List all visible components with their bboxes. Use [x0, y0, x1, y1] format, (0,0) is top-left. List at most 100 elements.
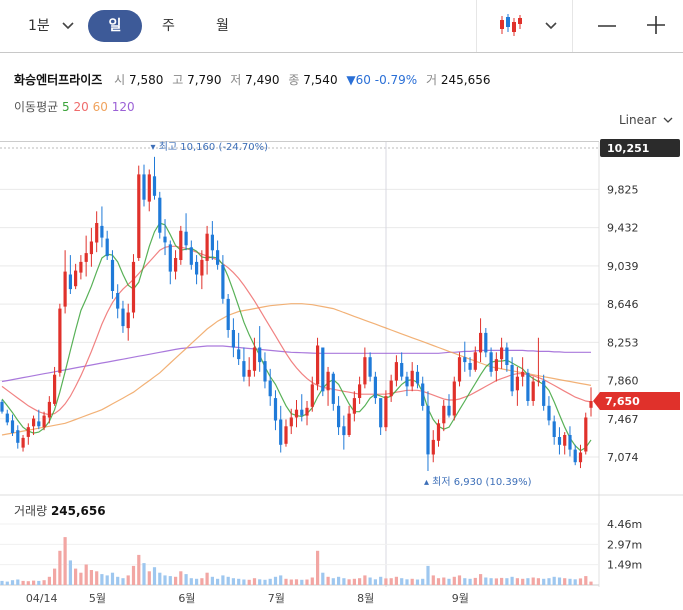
volume-bar: [442, 577, 446, 585]
y-tick-label: 8,646: [607, 298, 639, 311]
volume-bar: [32, 580, 36, 585]
candle-body: [484, 332, 488, 353]
candle-body: [510, 365, 514, 392]
candle-body: [300, 409, 304, 416]
volume-bar: [358, 578, 362, 585]
candle-body: [110, 259, 115, 291]
candle-body: [389, 380, 393, 397]
volume-bar: [200, 578, 204, 585]
volume-bar: [179, 571, 183, 585]
volume-bar: [110, 572, 115, 585]
candle-body: [158, 197, 162, 233]
volume-bar: [584, 576, 588, 585]
volume-bar: [216, 578, 220, 585]
top-price-badge-text: 10,251: [607, 142, 649, 155]
y-tick-label: 9,039: [607, 260, 639, 273]
candle-body: [10, 420, 15, 433]
candle-body: [578, 452, 583, 463]
volume-bar: [447, 578, 451, 585]
volume-bar: [347, 579, 351, 585]
candle-body: [526, 372, 530, 401]
candle-body: [321, 347, 325, 392]
candle-body: [568, 435, 572, 450]
candle-body: [442, 405, 446, 424]
volume-bar: [405, 579, 409, 585]
volume-bar: [468, 578, 472, 585]
volume-bar: [479, 574, 483, 585]
candle-body: [547, 405, 551, 421]
volume-bar: [137, 554, 141, 585]
x-axis-label: 04/14: [26, 592, 58, 605]
volume-bar: [252, 578, 257, 585]
candle-body: [273, 398, 278, 421]
volume-bar: [121, 578, 125, 585]
candle-body: [379, 398, 383, 428]
candle-body: [195, 261, 199, 275]
candle-body: [400, 363, 404, 377]
candle-body: [384, 396, 388, 428]
volume-bar: [310, 577, 314, 585]
candle-body: [279, 419, 283, 445]
volume-bar: [184, 574, 188, 585]
volume-bar: [331, 578, 335, 585]
volume-bar: [452, 576, 456, 585]
volume-bar: [58, 550, 62, 585]
candle-body: [216, 250, 220, 265]
candle-body: [584, 417, 588, 452]
volume-bar: [410, 578, 414, 585]
candle-body: [573, 449, 577, 463]
candle-body: [552, 421, 556, 437]
candle-body: [252, 347, 257, 371]
candle-body: [410, 370, 414, 387]
low-marker-label: ▴ 최저 6,930 (10.39%): [424, 476, 532, 488]
volume-bar: [363, 575, 367, 585]
volume-bar: [515, 578, 519, 585]
volume-bar: [231, 578, 235, 585]
candle-body: [105, 238, 109, 257]
volume-bar: [294, 579, 299, 585]
volume-bar: [352, 578, 356, 585]
candle-body: [37, 421, 41, 427]
candle-body: [479, 332, 483, 353]
volume-bar: [84, 564, 88, 585]
volume-bar: [26, 581, 30, 585]
candle-body: [394, 362, 398, 381]
volume-bar: [573, 579, 577, 585]
candle-body: [226, 298, 230, 330]
candle-body: [205, 233, 209, 261]
volume-bar: [116, 576, 120, 585]
volume-bar: [105, 575, 109, 585]
candle-body: [142, 174, 146, 200]
volume-bar: [400, 578, 404, 585]
candle-body: [316, 345, 320, 385]
volume-bar: [473, 577, 477, 585]
candle-body: [79, 261, 83, 273]
candle-body: [242, 361, 246, 377]
candle-body: [563, 435, 567, 446]
candle-body: [247, 369, 251, 377]
candle-body: [237, 349, 241, 360]
volume-bar: [568, 578, 572, 585]
candle-body: [436, 423, 441, 441]
volume-bar: [463, 578, 467, 585]
candle-body: [368, 357, 372, 377]
volume-bar: [195, 578, 199, 585]
candle-body: [557, 437, 562, 445]
candle-body: [152, 176, 157, 196]
volume-bar: [342, 578, 346, 585]
volume-bar: [526, 578, 530, 585]
candle-body: [589, 401, 593, 408]
candle-body: [32, 418, 36, 427]
candle-body: [415, 371, 420, 384]
volume-bar: [273, 576, 278, 585]
candle-body: [68, 274, 72, 290]
candle-body: [531, 381, 535, 401]
candle-body: [515, 376, 519, 391]
candle-body: [231, 330, 235, 348]
candle-body: [521, 371, 525, 377]
candle-body: [500, 347, 504, 360]
volume-bar: [373, 579, 377, 585]
volume-bar: [74, 568, 78, 585]
candle-body: [426, 405, 430, 455]
volume-bar: [505, 578, 509, 585]
